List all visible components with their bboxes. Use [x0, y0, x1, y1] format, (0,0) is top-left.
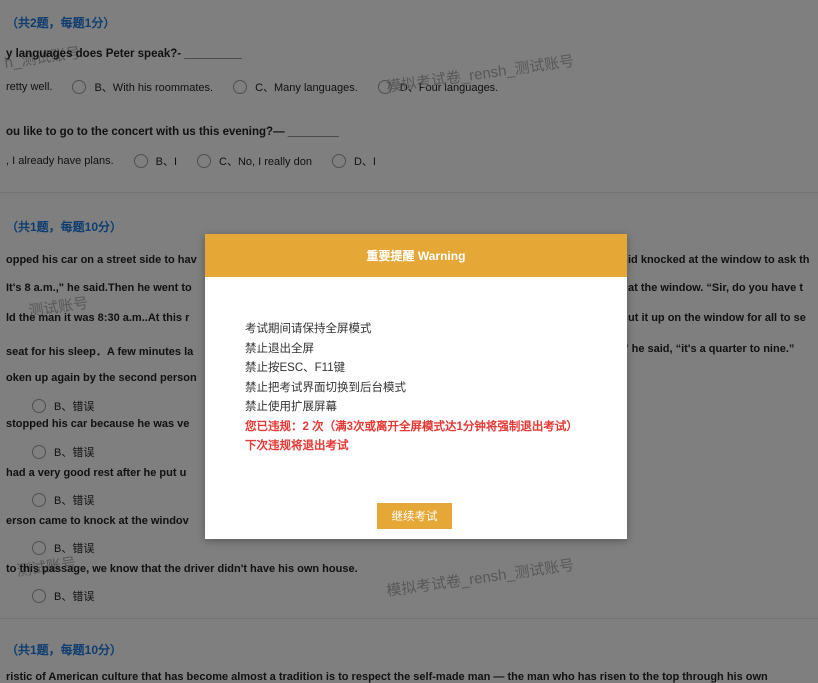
continue-exam-button[interactable]: 继续考试: [377, 503, 452, 529]
warning-dialog: 重要提醒 Warning 考试期间请保持全屏模式 禁止退出全屏 禁止按ESC、F…: [205, 234, 627, 539]
next-violation-warning: 下次违规将退出考试: [245, 440, 349, 452]
violation-count: 您已违规：2 次（满3次或离开全屏模式达1分钟将强制退出考试）: [245, 420, 578, 433]
rule-item: 考试期间请保持全屏模式: [245, 323, 372, 335]
rule-item: 禁止按ESC、F11键: [245, 362, 346, 374]
rule-item: 禁止使用扩展屏幕: [245, 401, 337, 413]
dialog-title: 重要提醒 Warning: [205, 234, 627, 277]
rule-item: 禁止把考试界面切换到后台模式: [245, 381, 406, 394]
dialog-body: 考试期间请保持全屏模式 禁止退出全屏 禁止按ESC、F11键 禁止把考试界面切换…: [245, 320, 578, 457]
rule-item: 禁止退出全屏: [245, 342, 314, 355]
